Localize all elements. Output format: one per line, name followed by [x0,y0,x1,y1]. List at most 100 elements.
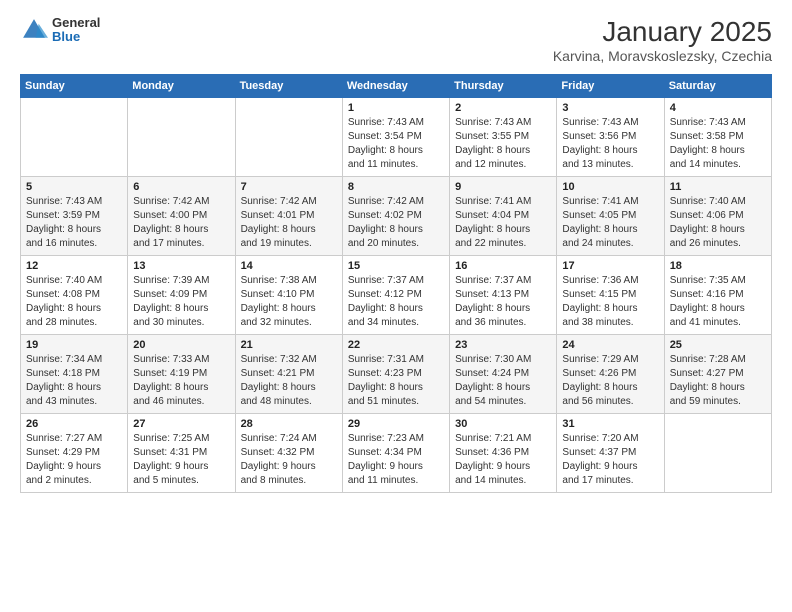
calendar-cell: 16 Sunrise: 7:37 AM Sunset: 4:13 PM Dayli… [450,256,557,335]
week-row-2: 5Sunrise: 7:43 AM Sunset: 3:59 PM Daylig… [21,177,772,256]
day-number: 22 [348,339,444,351]
week-row-4: 19Sunrise: 7:34 AM Sunset: 4:18 PM Dayli… [21,335,772,414]
day-number: 4 [670,102,766,114]
day-number: 8 [348,181,444,193]
day-number: 26 [26,418,122,430]
calendar-cell: 6Sunrise: 7:42 AM Sunset: 4:00 PM Daylig… [128,177,235,256]
day-info: Sunrise: 7:24 AM Sunset: 4:32 PM Dayligh… [241,432,337,488]
day-number: 12 [26,260,122,272]
day-info: Sunrise: 7:41 AM Sunset: 4:05 PM Dayligh… [562,195,658,251]
day-number: 2 [455,102,551,114]
day-info: Sunrise: 7:32 AM Sunset: 4:21 PM Dayligh… [241,353,337,409]
day-info: Sunrise: 7:30 AM Sunset: 4:24 PM Dayligh… [455,353,551,409]
calendar-cell: 24 Sunrise: 7:29 AM Sunset: 4:26 PM Dayli… [557,335,664,414]
calendar-cell: 20 Sunrise: 7:33 AM Sunset: 4:19 PM Dayli… [128,335,235,414]
calendar-cell: 10 Sunrise: 7:41 AM Sunset: 4:05 PM Dayli… [557,177,664,256]
day-number: 13 [133,260,229,272]
day-info: Sunrise: 7:42 AM Sunset: 4:01 PM Dayligh… [241,195,337,251]
calendar-cell: 13 Sunrise: 7:39 AM Sunset: 4:09 PM Dayli… [128,256,235,335]
day-info: Sunrise: 7:21 AM Sunset: 4:36 PM Dayligh… [455,432,551,488]
day-info: Sunrise: 7:37 AM Sunset: 4:12 PM Dayligh… [348,274,444,330]
day-number: 16 [455,260,551,272]
day-number: 17 [562,260,658,272]
day-info: Sunrise: 7:29 AM Sunset: 4:26 PM Dayligh… [562,353,658,409]
calendar-cell: 29Sunrise: 7:23 AM Sunset: 4:34 PM Dayli… [342,414,449,493]
day-info: Sunrise: 7:43 AM Sunset: 3:55 PM Dayligh… [455,116,551,172]
calendar-cell: 31Sunrise: 7:20 AM Sunset: 4:37 PM Dayli… [557,414,664,493]
title-block: January 2025 Karvina, Moravskoslezsky, C… [553,16,772,64]
day-info: Sunrise: 7:42 AM Sunset: 4:00 PM Dayligh… [133,195,229,251]
day-number: 27 [133,418,229,430]
calendar-cell: 8 Sunrise: 7:42 AM Sunset: 4:02 PM Daylig… [342,177,449,256]
calendar-cell [21,98,128,177]
day-header-thursday: Thursday [450,75,557,98]
day-info: Sunrise: 7:31 AM Sunset: 4:23 PM Dayligh… [348,353,444,409]
day-header-row: SundayMondayTuesdayWednesdayThursdayFrid… [21,75,772,98]
day-info: Sunrise: 7:35 AM Sunset: 4:16 PM Dayligh… [670,274,766,330]
day-info: Sunrise: 7:38 AM Sunset: 4:10 PM Dayligh… [241,274,337,330]
day-number: 29 [348,418,444,430]
day-info: Sunrise: 7:40 AM Sunset: 4:06 PM Dayligh… [670,195,766,251]
location: Karvina, Moravskoslezsky, Czechia [553,48,772,64]
day-number: 10 [562,181,658,193]
day-number: 11 [670,181,766,193]
calendar-cell: 28Sunrise: 7:24 AM Sunset: 4:32 PM Dayli… [235,414,342,493]
week-row-3: 12Sunrise: 7:40 AM Sunset: 4:08 PM Dayli… [21,256,772,335]
calendar-cell: 14 Sunrise: 7:38 AM Sunset: 4:10 PM Dayli… [235,256,342,335]
day-info: Sunrise: 7:39 AM Sunset: 4:09 PM Dayligh… [133,274,229,330]
day-number: 15 [348,260,444,272]
calendar-table: SundayMondayTuesdayWednesdayThursdayFrid… [20,74,772,493]
calendar-cell: 23 Sunrise: 7:30 AM Sunset: 4:24 PM Dayli… [450,335,557,414]
day-number: 25 [670,339,766,351]
logo-icon [20,16,48,44]
day-number: 7 [241,181,337,193]
day-info: Sunrise: 7:43 AM Sunset: 3:54 PM Dayligh… [348,116,444,172]
calendar-cell [235,98,342,177]
header: General Blue January 2025 Karvina, Morav… [20,16,772,64]
calendar-cell: 5Sunrise: 7:43 AM Sunset: 3:59 PM Daylig… [21,177,128,256]
day-info: Sunrise: 7:41 AM Sunset: 4:04 PM Dayligh… [455,195,551,251]
day-info: Sunrise: 7:37 AM Sunset: 4:13 PM Dayligh… [455,274,551,330]
day-number: 23 [455,339,551,351]
day-header-tuesday: Tuesday [235,75,342,98]
calendar-cell [128,98,235,177]
calendar-cell: 11 Sunrise: 7:40 AM Sunset: 4:06 PM Dayli… [664,177,771,256]
day-info: Sunrise: 7:25 AM Sunset: 4:31 PM Dayligh… [133,432,229,488]
logo: General Blue [20,16,100,45]
calendar-cell: 4Sunrise: 7:43 AM Sunset: 3:58 PM Daylig… [664,98,771,177]
calendar-cell [664,414,771,493]
day-number: 18 [670,260,766,272]
day-number: 24 [562,339,658,351]
calendar-cell: 17 Sunrise: 7:36 AM Sunset: 4:15 PM Dayli… [557,256,664,335]
logo-blue-text: Blue [52,30,100,44]
calendar-cell: 9 Sunrise: 7:41 AM Sunset: 4:04 PM Daylig… [450,177,557,256]
day-number: 9 [455,181,551,193]
day-header-wednesday: Wednesday [342,75,449,98]
calendar-cell: 1Sunrise: 7:43 AM Sunset: 3:54 PM Daylig… [342,98,449,177]
day-number: 3 [562,102,658,114]
day-info: Sunrise: 7:33 AM Sunset: 4:19 PM Dayligh… [133,353,229,409]
week-row-1: 1Sunrise: 7:43 AM Sunset: 3:54 PM Daylig… [21,98,772,177]
calendar-cell: 18 Sunrise: 7:35 AM Sunset: 4:16 PM Dayli… [664,256,771,335]
day-info: Sunrise: 7:20 AM Sunset: 4:37 PM Dayligh… [562,432,658,488]
day-info: Sunrise: 7:34 AM Sunset: 4:18 PM Dayligh… [26,353,122,409]
day-info: Sunrise: 7:27 AM Sunset: 4:29 PM Dayligh… [26,432,122,488]
calendar-cell: 3 Sunrise: 7:43 AM Sunset: 3:56 PM Daylig… [557,98,664,177]
month-title: January 2025 [553,16,772,48]
calendar-cell: 15 Sunrise: 7:37 AM Sunset: 4:12 PM Dayli… [342,256,449,335]
day-number: 20 [133,339,229,351]
day-info: Sunrise: 7:36 AM Sunset: 4:15 PM Dayligh… [562,274,658,330]
day-number: 30 [455,418,551,430]
day-header-friday: Friday [557,75,664,98]
day-info: Sunrise: 7:43 AM Sunset: 3:56 PM Dayligh… [562,116,658,172]
day-info: Sunrise: 7:42 AM Sunset: 4:02 PM Dayligh… [348,195,444,251]
week-row-5: 26 Sunrise: 7:27 AM Sunset: 4:29 PM Dayli… [21,414,772,493]
day-number: 14 [241,260,337,272]
calendar-cell: 25Sunrise: 7:28 AM Sunset: 4:27 PM Dayli… [664,335,771,414]
day-header-sunday: Sunday [21,75,128,98]
page: General Blue January 2025 Karvina, Morav… [0,0,792,612]
day-header-saturday: Saturday [664,75,771,98]
calendar-cell: 19Sunrise: 7:34 AM Sunset: 4:18 PM Dayli… [21,335,128,414]
logo-text: General Blue [52,16,100,45]
day-header-monday: Monday [128,75,235,98]
